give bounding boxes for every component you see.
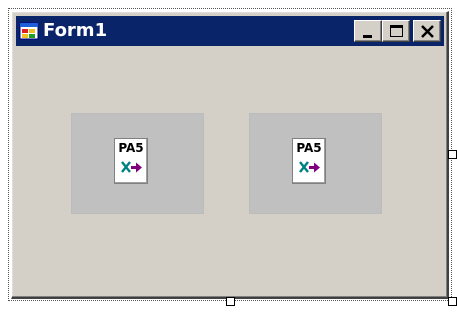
form-app-icon	[19, 21, 39, 41]
form-window[interactable]: Form1 PA5 PA5	[11, 11, 449, 299]
maximize-button[interactable]	[382, 20, 410, 42]
pa5-control-tray[interactable]: PA5	[249, 113, 382, 214]
resize-handle-right[interactable]	[448, 150, 457, 159]
close-icon	[421, 25, 434, 38]
pa5-control[interactable]: PA5	[292, 138, 326, 184]
minimize-button[interactable]	[354, 20, 382, 42]
title-bar[interactable]: Form1	[16, 16, 444, 46]
window-title: Form1	[43, 20, 108, 41]
pa5-control-label: PA5	[118, 141, 144, 155]
close-button[interactable]	[413, 20, 441, 42]
resize-handle-bottom[interactable]	[226, 297, 235, 306]
minimize-icon	[363, 35, 372, 38]
form-designer-surface: Form1 PA5 PA5	[0, 0, 457, 312]
pa5-control[interactable]: PA5	[114, 138, 148, 184]
pa5-control-tray[interactable]: PA5	[71, 113, 204, 214]
pa5-transform-icon	[121, 161, 142, 173]
maximize-icon	[390, 25, 403, 37]
resize-handle-bottom-right[interactable]	[448, 297, 457, 306]
title-buttons	[354, 20, 441, 42]
pa5-control-label: PA5	[296, 141, 322, 155]
pa5-transform-icon	[299, 161, 320, 173]
